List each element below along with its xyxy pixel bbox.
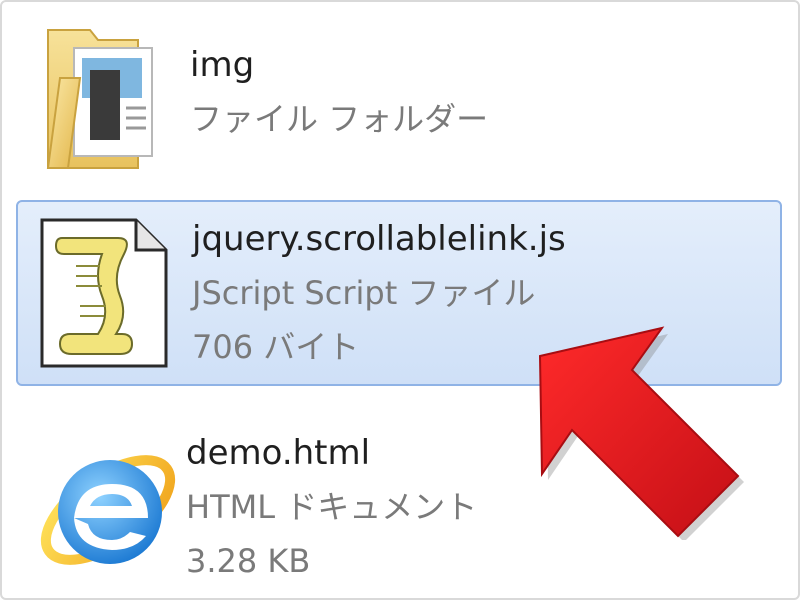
file-item-img[interactable]: img ファイル フォルダー — [16, 10, 782, 186]
file-name: jquery.scrollablelink.js — [192, 219, 566, 259]
file-type: ファイル フォルダー — [190, 100, 489, 138]
script-file-icon — [36, 216, 176, 370]
folder-icon — [34, 18, 164, 178]
file-name: img — [190, 45, 255, 85]
file-name: demo.html — [186, 433, 371, 473]
annotation-arrow-icon — [500, 310, 750, 542]
file-type: HTML ドキュメント — [186, 488, 478, 526]
file-size: 3.28 KB — [186, 542, 311, 580]
internet-explorer-icon — [30, 432, 186, 582]
